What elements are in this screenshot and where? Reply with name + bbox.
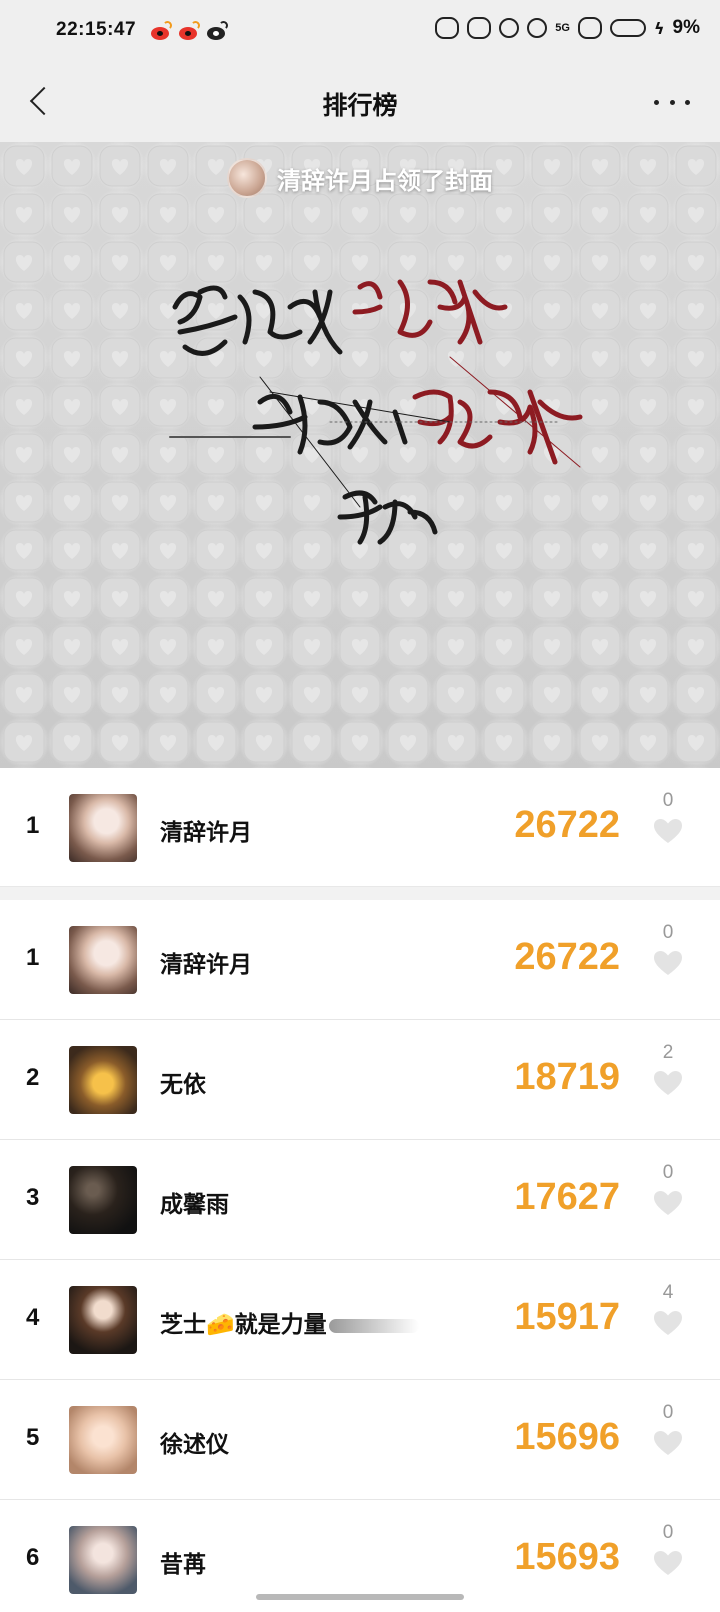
rank-number: 3: [26, 1184, 40, 1211]
cover-banner: 清辞许月占领了封面: [0, 158, 720, 198]
user-name: 清辞许月: [160, 952, 252, 978]
my-rank-row[interactable]: 1 清辞许月 26722 0: [0, 768, 720, 886]
like-button[interactable]: 0: [648, 790, 688, 860]
rank-row[interactable]: 1 清辞许月 26722 0: [0, 900, 720, 1020]
more-dot: [654, 99, 659, 105]
more-button[interactable]: [654, 90, 690, 114]
alarm-icon: [435, 17, 460, 39]
avatar[interactable]: [69, 926, 137, 994]
heart-icon: [653, 818, 683, 844]
avatar: [227, 158, 267, 198]
gear-icon: [527, 18, 548, 38]
like-count: 4: [662, 1282, 674, 1303]
like-button[interactable]: 4: [648, 1282, 688, 1352]
cover-image[interactable]: 清辞许月占领了封面: [0, 142, 720, 768]
like-button[interactable]: 0: [648, 1162, 688, 1232]
like-count: 0: [662, 1402, 674, 1423]
status-time: 22:15:47: [56, 19, 137, 40]
like-button[interactable]: 0: [648, 1402, 688, 1472]
rank-number: 1: [26, 944, 40, 971]
charging-icon: ϟ: [653, 18, 665, 38]
weibo-icon: [178, 20, 200, 42]
heart-icon: [653, 1310, 683, 1336]
rank-row[interactable]: 5 徐述仪 15696 0: [0, 1380, 720, 1500]
page-title: 排行榜: [322, 91, 398, 120]
like-button[interactable]: 2: [648, 1042, 688, 1112]
heart-icon: [653, 1070, 683, 1096]
status-right: 5G ϟ 9%: [435, 17, 700, 39]
like-button[interactable]: 0: [648, 1522, 688, 1592]
step-count: 15917: [514, 1296, 620, 1338]
avatar[interactable]: [69, 1166, 137, 1234]
user-name: 清辞许月: [160, 820, 252, 846]
nav-bar: 排行榜: [0, 64, 720, 142]
user-name: 芝士🧀就是力量: [160, 1305, 419, 1339]
rank-number: 1: [26, 812, 40, 839]
avatar[interactable]: [69, 1286, 137, 1354]
rank-number: 2: [26, 1064, 40, 1091]
network-5g: 5G: [555, 22, 570, 34]
like-button[interactable]: 0: [648, 922, 688, 992]
like-count: 0: [662, 790, 674, 811]
battery-level: 9%: [672, 17, 700, 38]
rank-number: 5: [26, 1424, 40, 1451]
rank-row[interactable]: 3 成馨雨 17627 0: [0, 1140, 720, 1260]
rank-row[interactable]: 4 芝士🧀就是力量 15917 4: [0, 1260, 720, 1380]
section-divider: [0, 886, 720, 900]
more-dot: [669, 99, 675, 105]
weibo-icon: [206, 20, 228, 42]
heart-icon: [653, 1550, 683, 1576]
user-name: 昔苒: [160, 1552, 206, 1578]
user-name: 徐述仪: [160, 1432, 229, 1458]
pig-icon: [467, 17, 492, 39]
avatar[interactable]: [69, 1046, 137, 1114]
step-count: 17627: [514, 1176, 620, 1218]
cloud-icon: [609, 19, 646, 37]
avatar[interactable]: [69, 1406, 137, 1474]
step-count: 26722: [514, 936, 620, 978]
status-bar: 22:15:47 5G ϟ 9%: [0, 0, 720, 64]
name-fade: [328, 1318, 419, 1333]
step-count: 18719: [514, 1056, 620, 1098]
cat-icon: [577, 17, 602, 39]
heart-icon: [653, 1190, 683, 1216]
like-count: 0: [662, 1162, 674, 1183]
step-count: 26722: [514, 804, 620, 846]
avatar[interactable]: [69, 1526, 137, 1594]
rank-number: 6: [26, 1544, 40, 1571]
like-count: 0: [662, 1522, 674, 1543]
cover-banner-text: 清辞许月占领了封面: [277, 166, 493, 195]
rank-number: 4: [26, 1304, 40, 1331]
heart-icon: [653, 1430, 683, 1456]
ranking-list: 1 清辞许月 26722 0 1 清辞许月 26722 0 2 无依 18719…: [0, 768, 720, 1612]
like-count: 2: [662, 1042, 674, 1063]
step-count: 15693: [514, 1536, 620, 1578]
step-count: 15696: [514, 1416, 620, 1458]
user-name: 成馨雨: [160, 1192, 229, 1218]
face-icon: [499, 18, 520, 38]
calligraphy-artwork: [169, 279, 583, 545]
home-indicator[interactable]: [256, 1594, 464, 1600]
weibo-icon: [150, 20, 172, 42]
like-count: 0: [662, 922, 674, 943]
avatar[interactable]: [69, 794, 137, 862]
notification-icons: [150, 20, 228, 42]
heart-icon: [653, 950, 683, 976]
more-dot: [685, 99, 690, 105]
user-name: 无依: [160, 1072, 206, 1098]
user-name-text: 芝士🧀就是力量: [160, 1312, 327, 1338]
rank-row[interactable]: 2 无依 18719 2: [0, 1020, 720, 1140]
